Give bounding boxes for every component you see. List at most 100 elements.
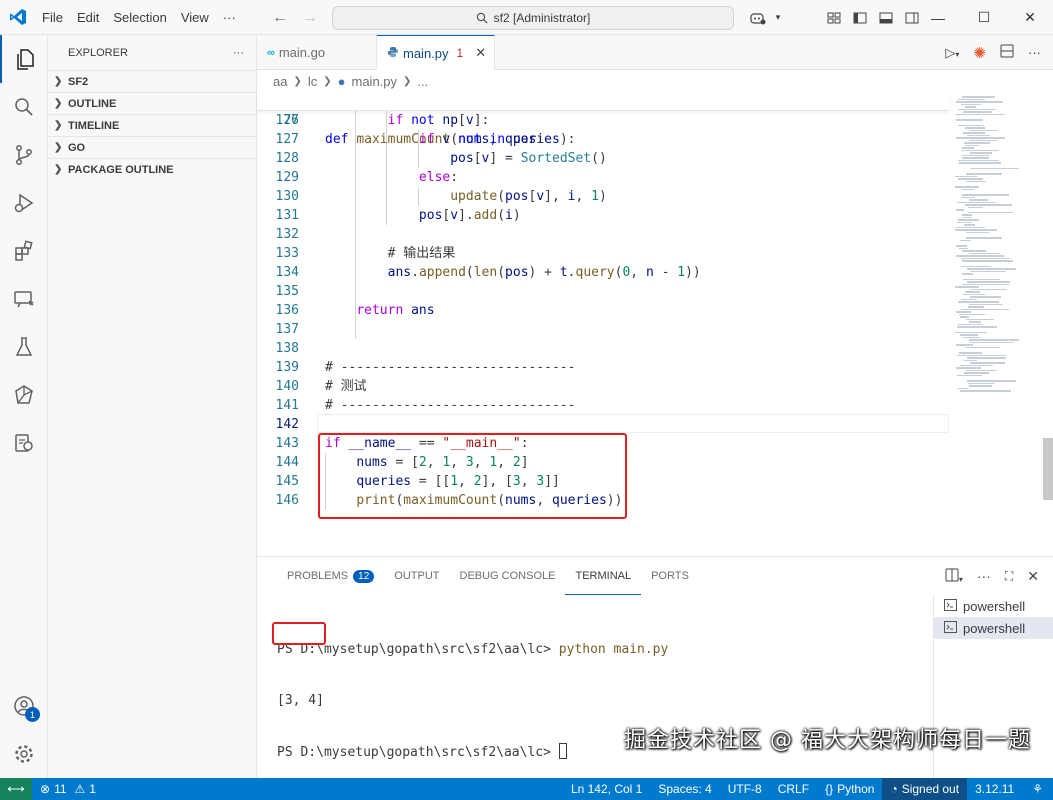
minimap-row [955,286,979,288]
menu-selection[interactable]: Selection [106,0,173,35]
sidebar-section-timeline[interactable]: ❯ TIMELINE [48,114,256,136]
command-center-search[interactable]: sf2 [Administrator] [332,6,734,30]
line-number: 133 [275,246,299,261]
language-mode[interactable]: {} Python [817,778,882,800]
minimize-icon[interactable]: — [915,0,961,35]
go-icon[interactable] [0,371,48,419]
sidebar-section-package-outline[interactable]: ❯ PACKAGE OUTLINE [48,158,256,180]
sticky-scroll-line[interactable]: 77 def maximumCount(nums, queries): [257,92,949,147]
back-arrow-icon[interactable]: ← [272,9,288,27]
maximize-panel-icon[interactable]: ⛶ [1005,569,1013,584]
sidebar-section-outline[interactable]: ❯ OUTLINE [48,92,256,114]
search-icon[interactable] [0,83,48,131]
breadcrumb-item[interactable]: ... [417,74,428,89]
remote-explorer-icon[interactable] [0,275,48,323]
minimap-row [957,374,982,376]
tab-output[interactable]: OUTPUT [384,557,449,595]
sidebar-more-button[interactable]: ··· [233,47,244,59]
terminal-list-item[interactable]: powershell [934,617,1053,639]
tab-terminal[interactable]: TERMINAL [565,557,642,595]
menu-edit[interactable]: Edit [70,0,106,35]
minimap-row [961,103,981,105]
tab-ports[interactable]: PORTS [641,557,699,595]
cursor-position[interactable]: Ln 142, Col 1 [563,778,650,800]
breadcrumb-item[interactable]: lc [308,74,317,89]
tab-problems[interactable]: PROBLEMS 12 [277,557,384,595]
notification-icon[interactable]: ⚘ [1022,778,1053,800]
split-editor-icon[interactable] [1000,44,1014,61]
gear-icon[interactable] [0,730,48,778]
chevron-right-icon: ❯ [293,75,302,87]
minimap-row [970,362,1005,364]
line-number: 132 [275,227,299,242]
minimap-row [966,231,989,233]
menu-view[interactable]: View [174,0,216,35]
minimap-row [969,139,998,141]
problems-status[interactable]: ⊗ 11 ⚠ 1 [32,778,104,800]
source-control-icon[interactable] [0,131,48,179]
extensions-icon[interactable] [0,227,48,275]
breadcrumb-item[interactable]: aa [273,74,287,89]
minimap-row [961,308,1009,310]
minimap-row [966,180,986,182]
tab-main-py[interactable]: main.py 1 ✕ [377,35,495,70]
account-icon[interactable]: 1 [0,682,48,730]
minimap[interactable] [951,92,1041,556]
toggle-panel-icon[interactable] [873,12,899,24]
minimap-row [970,288,1007,290]
editor-scrollbar[interactable] [1041,92,1053,556]
customize-layout-icon[interactable] [821,12,847,24]
minimap-row [959,313,985,315]
code-line: 133 # 输出结果 [257,244,949,263]
end-of-line[interactable]: CRLF [770,778,817,800]
toggle-sidebar-icon[interactable] [847,12,873,24]
terminal-list-item[interactable]: powershell [934,595,1053,617]
menu-file[interactable]: File [35,0,70,35]
more-actions-icon[interactable]: ··· [977,568,991,584]
minimap-row [958,159,999,161]
scrollbar-thumb[interactable] [1043,438,1053,500]
run-debug-icon[interactable] [0,179,48,227]
code-editor[interactable]: 77 def maximumCount(nums, queries): 126 … [257,92,1053,556]
tab-debug-console[interactable]: DEBUG CONSOLE [450,557,566,595]
forward-arrow-icon[interactable]: → [302,9,318,27]
menu-more-button[interactable]: ··· [216,0,243,35]
copilot-icon[interactable] [745,11,771,25]
terminal-line: PS D:\mysetup\gopath\src\sf2\aa\lc> [277,743,668,761]
indentation[interactable]: Spaces: 4 [650,778,719,800]
minimap-row [956,255,1004,257]
more-actions-icon[interactable]: ··· [1028,45,1041,60]
explorer-icon[interactable] [0,35,48,83]
remote-indicator-icon[interactable]: ⟷ [0,778,32,800]
line-number: 144 [275,455,299,470]
sidebar-section-go[interactable]: ❯ GO [48,136,256,158]
encoding[interactable]: UTF-8 [720,778,770,800]
close-window-icon[interactable]: ✕ [1007,0,1053,35]
copilot-sparkle-icon[interactable]: ✺ [973,44,986,62]
highlight-box [318,433,627,519]
minimap-row [956,245,967,247]
testing-icon[interactable] [0,323,48,371]
split-terminal-icon[interactable]: ▾ [945,568,963,585]
chevron-down-icon[interactable]: ▾ [771,12,785,23]
close-panel-icon[interactable]: ✕ [1027,568,1039,585]
chevron-right-icon: ❯ [54,142,63,153]
copilot-status[interactable]: ◔ Signed out [882,778,968,800]
terminal-icon [944,620,957,636]
minimap-row [955,229,997,231]
tab-main-go[interactable]: ∞ main.go [257,35,377,70]
chevron-right-icon: ❯ [323,75,332,87]
terminal-output[interactable]: PS D:\mysetup\gopath\src\sf2\aa\lc> pyth… [277,607,668,795]
output-highlight-box [272,622,326,645]
minimap-row [956,137,1005,139]
braces-icon: {} [825,782,834,796]
minimap-row [957,326,997,328]
maximize-icon[interactable]: ☐ [961,0,1007,35]
sidebar-section-sf2[interactable]: ❯ SF2 [48,70,256,92]
python-version[interactable]: 3.12.11 [967,778,1022,800]
database-icon[interactable] [0,419,48,467]
minimap-row [958,301,999,303]
breadcrumb-item[interactable]: main.py [352,74,398,89]
close-icon[interactable]: ✕ [475,45,486,61]
run-python-icon[interactable]: ▷▾ [945,45,959,61]
